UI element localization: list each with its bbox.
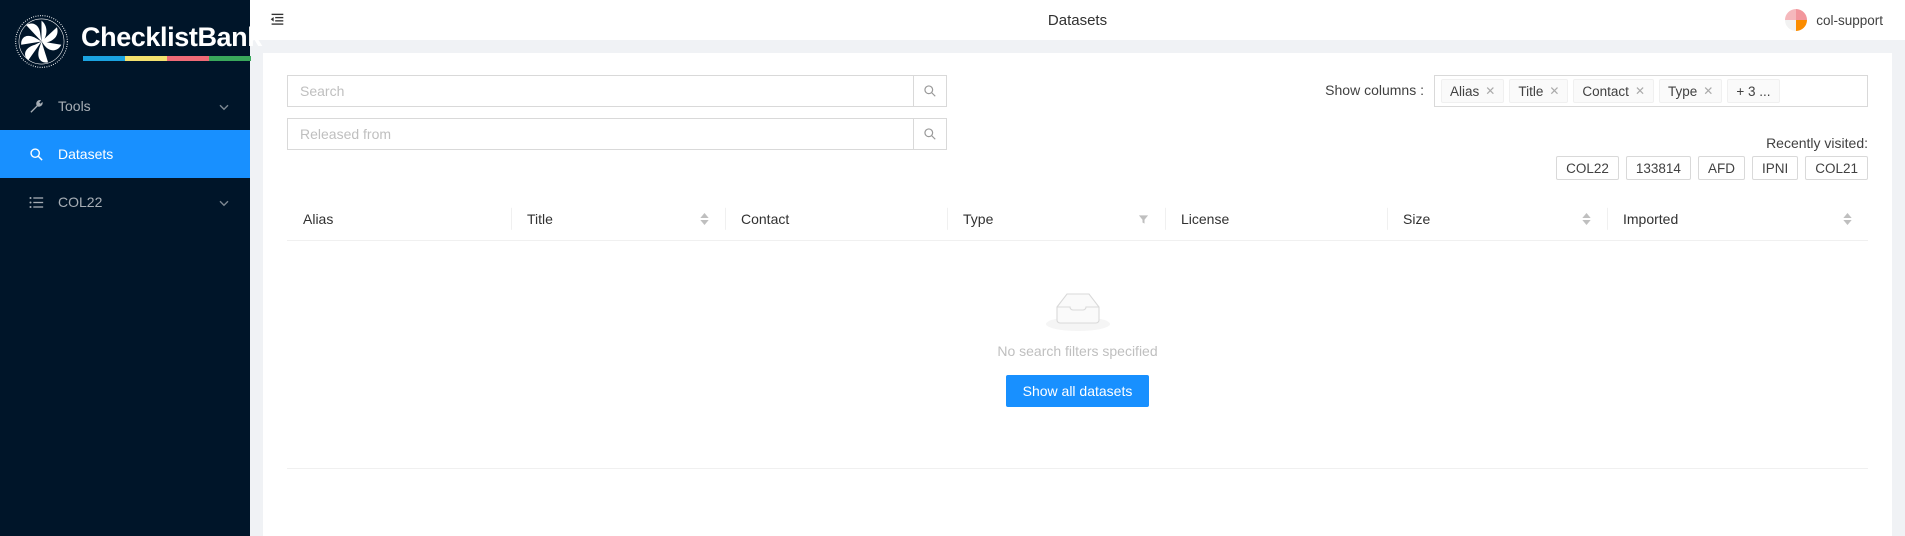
recently-visited: Recently visited: COL22 133814 AFD IPNI … — [983, 135, 1868, 180]
released-from-group — [287, 118, 947, 150]
recently-visited-label: Recently visited: — [1766, 135, 1868, 151]
table-column-size[interactable]: Size — [1387, 198, 1607, 240]
filters-row: Show columns : Alias ✕ Title ✕ — [287, 75, 1868, 180]
show-columns-row: Show columns : Alias ✕ Title ✕ Contact ✕… — [983, 75, 1868, 107]
filters-left — [287, 75, 947, 161]
show-all-datasets-button[interactable]: Show all datasets — [1005, 375, 1150, 407]
column-header-label: Contact — [741, 211, 790, 227]
column-header-label: Alias — [303, 211, 334, 227]
tool-icon — [28, 98, 44, 114]
app-root: ChecklistBank Tools Datasets COL22 Datas… — [0, 0, 1905, 536]
table-column-alias[interactable]: Alias — [287, 198, 511, 240]
sidebar-item-col22[interactable]: COL22 — [0, 178, 250, 226]
empty-inbox-icon — [1045, 291, 1110, 335]
table-column-imported[interactable]: Imported — [1607, 198, 1868, 240]
released-from-submit-button[interactable] — [913, 118, 947, 150]
brand-title: ChecklistBank — [81, 21, 262, 52]
recent-button-col21[interactable]: COL21 — [1805, 156, 1868, 180]
topbar: Datasets col-support — [250, 0, 1905, 40]
recent-button-133814[interactable]: 133814 — [1625, 156, 1691, 180]
sidebar-item-label: Tools — [58, 98, 91, 114]
column-tag-title[interactable]: Title ✕ — [1509, 79, 1569, 103]
datasets-card: Show columns : Alias ✕ Title ✕ — [263, 53, 1892, 536]
filters-right: Show columns : Alias ✕ Title ✕ Contact ✕… — [947, 75, 1868, 180]
chevron-down-icon — [218, 100, 230, 112]
column-tag-alias[interactable]: Alias ✕ — [1441, 79, 1505, 103]
page-title: Datasets — [1047, 11, 1108, 29]
chevron-down-icon — [218, 196, 230, 208]
column-header-label: Imported — [1623, 211, 1679, 227]
sidebar-item-label: Datasets — [58, 146, 114, 162]
recent-button-afd[interactable]: AFD — [1697, 156, 1745, 180]
table-column-type[interactable]: Type — [947, 198, 1165, 240]
close-icon[interactable]: ✕ — [1549, 85, 1559, 97]
close-icon[interactable]: ✕ — [1485, 85, 1495, 97]
filter-icon[interactable] — [1138, 214, 1149, 225]
column-tag-label: Title — [1518, 83, 1544, 99]
sort-icon[interactable] — [1582, 213, 1591, 225]
column-header-label: Size — [1403, 211, 1431, 227]
user-avatar — [1785, 9, 1808, 31]
column-tag-overflow[interactable]: + 3 ... — [1727, 79, 1780, 103]
search-group — [287, 75, 947, 107]
close-icon[interactable]: ✕ — [1635, 85, 1645, 97]
sidebar-item-tools[interactable]: Tools — [0, 82, 250, 130]
search-input[interactable] — [287, 75, 913, 107]
column-tag-label: Alias — [1450, 83, 1480, 99]
column-header-label: Title — [527, 211, 553, 227]
recent-button-ipni[interactable]: IPNI — [1751, 156, 1799, 180]
search-submit-button[interactable] — [913, 75, 947, 107]
recently-visited-buttons: COL22 133814 AFD IPNI COL21 — [983, 156, 1868, 180]
table-column-license[interactable]: License — [1165, 198, 1387, 240]
datasets-table: Alias Title Contact Type License Size Im… — [287, 198, 1868, 469]
column-tag-label: Type — [1668, 83, 1698, 99]
column-tag-type[interactable]: Type ✕ — [1659, 79, 1723, 103]
empty-state-text: No search filters specified — [997, 343, 1158, 359]
sort-icon[interactable] — [700, 213, 709, 225]
unordered-list-icon — [28, 194, 44, 210]
show-columns-label: Show columns : — [1325, 82, 1424, 98]
brand-text: ChecklistBank — [81, 21, 262, 62]
sidebar-item-datasets[interactable]: Datasets — [0, 130, 250, 178]
content-wrapper: Show columns : Alias ✕ Title ✕ — [250, 40, 1905, 536]
column-tag-label: Contact — [1582, 83, 1629, 99]
column-header-label: Type — [963, 211, 994, 227]
brand-color-bar — [83, 56, 251, 62]
sidebar: ChecklistBank Tools Datasets COL22 — [0, 0, 262, 536]
menu-fold-icon[interactable] — [264, 7, 290, 33]
main-area: Datasets col-support Search Released fro… — [250, 0, 1905, 536]
brand-header[interactable]: ChecklistBank — [0, 0, 262, 82]
column-tag-contact[interactable]: Contact ✕ — [1573, 79, 1654, 103]
user-name: col-support — [1816, 12, 1883, 28]
column-header-label: License — [1181, 211, 1230, 227]
sidebar-item-label: COL22 — [58, 194, 103, 210]
search-icon — [28, 146, 44, 162]
table-column-contact[interactable]: Contact — [725, 198, 947, 240]
released-from-input[interactable] — [287, 118, 913, 150]
sort-icon[interactable] — [1843, 213, 1852, 225]
checklistbank-flower-logo — [14, 14, 69, 69]
table-header-row: Alias Title Contact Type License Size Im… — [287, 198, 1868, 241]
table-footer-divider — [287, 468, 1868, 469]
recent-button-col22[interactable]: COL22 — [1556, 156, 1619, 180]
user-menu[interactable]: col-support — [1785, 9, 1891, 31]
show-columns-select[interactable]: Alias ✕ Title ✕ Contact ✕ Type ✕ + 3 ... — [1434, 75, 1868, 107]
empty-state: No search filters specified Show all dat… — [287, 241, 1868, 425]
close-icon[interactable]: ✕ — [1703, 85, 1713, 97]
table-column-title[interactable]: Title — [511, 198, 725, 240]
